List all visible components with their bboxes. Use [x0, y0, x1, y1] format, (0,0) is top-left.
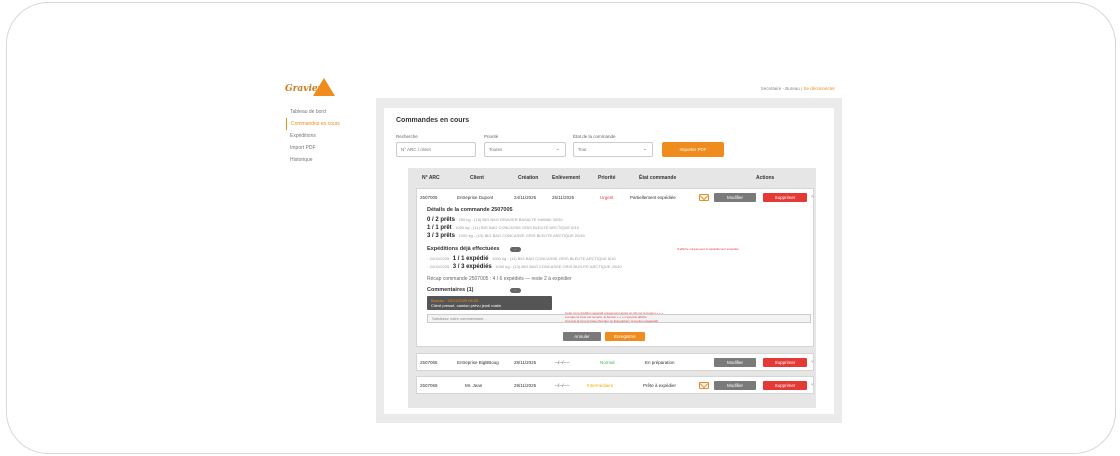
- import-pdf-button[interactable]: Importer PDF: [662, 142, 724, 157]
- status-text: Prête à expédier: [643, 383, 677, 388]
- col-header-actions: Actions: [756, 175, 775, 181]
- orders-card: Commandes en cours Recherche N° ARC / cl…: [384, 108, 834, 414]
- status-text: En préparation: [645, 360, 675, 365]
- shipment-count: 3 / 3 expédiés: [452, 264, 492, 270]
- shipment-date: · 24/11/2025 ·: [427, 256, 452, 261]
- shipment-line: · 24/11/2025 · 1 / 1 expédié · 1000 kg -…: [427, 256, 616, 262]
- sidebar: Tableau de bord Commandes en cours Expéd…: [286, 106, 366, 166]
- detail-line: 0 / 2 prêts · 250 kg - (16) BIG BAG GRAV…: [427, 217, 563, 223]
- sidebar-item-import[interactable]: Import PDF: [286, 142, 366, 154]
- delete-button[interactable]: Supprimer: [763, 358, 807, 367]
- header-user-info: Secrétaire - Bureau | Se déconnecter: [761, 86, 835, 91]
- comments-title: Commentaires (1): [427, 287, 474, 293]
- sidebar-item-orders[interactable]: Commandes en cours: [286, 118, 366, 130]
- cancel-button[interactable]: Annuler: [563, 332, 601, 341]
- shipments-note: S'affiche uniquement si partiellement ex…: [677, 247, 739, 251]
- add-comment-chip[interactable]: −: [510, 288, 521, 293]
- client-name: Entreprise Dupont: [457, 195, 494, 200]
- shipment-text: · 1000 kg - (11) BIG BAG CONCASSE GRIS B…: [489, 256, 616, 261]
- pickup-date: 25/11/2025: [552, 195, 575, 200]
- table-row: 2507065 Entreprise BigBBoug 28/11/2025 -…: [416, 353, 814, 371]
- toggle-shipments-chip[interactable]: −: [510, 247, 521, 252]
- status-label: État de la commande: [573, 134, 616, 139]
- expand-icon[interactable]: ˅: [811, 359, 814, 364]
- chevron-down-icon: ⌄: [642, 146, 647, 152]
- comment-text: Client pressé, camion prévu jeudi matin: [431, 303, 502, 308]
- logo-triangle-icon: [313, 78, 335, 96]
- comment-bubble: Bureau · 24/11/2025 08:32 Client pressé,…: [427, 296, 552, 310]
- save-comment-button[interactable]: Enregistrer: [605, 332, 645, 341]
- logout-link[interactable]: Se déconnecter: [803, 86, 835, 91]
- col-header-pickup: Enlèvement: [552, 175, 581, 181]
- col-header-client: Client: [470, 175, 484, 181]
- mail-icon[interactable]: [699, 382, 709, 389]
- client-name: Mr. Jean: [465, 383, 483, 388]
- detail-text: · 250 kg - (16) BIG BAG GRAVIER BASALTE …: [456, 217, 563, 222]
- col-header-created: Création: [518, 175, 539, 181]
- shipment-date: · 24/11/2025 ·: [427, 264, 452, 269]
- shipment-line: · 24/11/2025 · 3 / 3 expédiés · 1000 kg …: [427, 264, 622, 270]
- shipments-title: Expéditions déjà effectuées: [427, 246, 500, 252]
- table-row: 2507005 Entreprise Dupont 24/11/2025 25/…: [416, 188, 814, 347]
- user-role: Secrétaire - Bureau: [760, 86, 800, 91]
- expand-icon[interactable]: ˅: [811, 382, 814, 387]
- detail-count: 0 / 2 prêts: [427, 217, 456, 223]
- arc-number: 2507065: [420, 360, 438, 365]
- details-title: Détails de la commande 2507005: [427, 207, 513, 213]
- comment-note: Cette zone d'édition apparaît uniquement…: [565, 311, 663, 323]
- search-input[interactable]: N° ARC / client: [396, 142, 476, 157]
- table-row: 2507069 Mr. Jean 29/11/2025 --/--/---- I…: [416, 376, 814, 394]
- priority-badge: Intermédiaire: [587, 383, 614, 388]
- shipment-count: 1 / 1 expédié: [452, 256, 489, 262]
- search-label: Recherche: [396, 134, 418, 139]
- modify-button[interactable]: Modifier: [714, 358, 756, 367]
- detail-text: · 1000 kg - (13) BIG BAG CONCASSE GRIS B…: [456, 233, 585, 238]
- created-date: 28/11/2025: [514, 360, 537, 365]
- sidebar-item-dashboard[interactable]: Tableau de bord: [286, 106, 366, 118]
- sidebar-item-shipments[interactable]: Expéditions: [286, 130, 366, 142]
- mail-icon[interactable]: [699, 194, 709, 201]
- shipment-text: · 1000 kg - (13) BIG BAG CONCASSE GRIS B…: [492, 264, 622, 269]
- main-content: Commandes en cours Recherche N° ARC / cl…: [376, 98, 842, 423]
- pickup-date: --/--/----: [555, 360, 570, 365]
- detail-line: 1 / 1 prêt · 1000 kg - (11) BIG BAG CONC…: [427, 225, 579, 231]
- order-recap: Récap commande 2507005 : 4 / 6 expédiés …: [427, 276, 572, 282]
- created-date: 24/11/2025: [514, 195, 537, 200]
- sidebar-item-history[interactable]: Historique: [286, 154, 366, 166]
- collapse-icon[interactable]: ˄: [811, 194, 814, 199]
- priority-select[interactable]: Toutes ⌄: [484, 142, 566, 157]
- detail-line: 3 / 3 prêts · 1000 kg - (13) BIG BAG CON…: [427, 233, 585, 239]
- priority-value: Toutes: [489, 147, 503, 152]
- delete-button[interactable]: Supprimer: [763, 381, 807, 390]
- modify-button[interactable]: Modifier: [714, 193, 756, 202]
- detail-count: 1 / 1 prêt: [427, 225, 452, 231]
- pickup-date: --/--/----: [555, 383, 570, 388]
- chevron-down-icon: ⌄: [555, 146, 560, 152]
- page-title: Commandes en cours: [396, 117, 470, 124]
- detail-count: 3 / 3 prêts: [427, 233, 456, 239]
- detail-text: · 1000 kg - (11) BIG BAG CONCASSE GRIS B…: [452, 225, 579, 230]
- status-value: Tout: [578, 147, 587, 152]
- created-date: 29/11/2025: [514, 383, 537, 388]
- modify-button[interactable]: Modifier: [714, 381, 756, 390]
- priority-badge: Urgent: [600, 195, 614, 200]
- status-text: Partiellement expédiée: [630, 195, 676, 200]
- priority-label: Priorité: [484, 134, 499, 139]
- orders-table: N° ARC Client Création Enlèvement Priori…: [408, 168, 816, 408]
- brand-logo[interactable]: Gravier: [285, 78, 341, 100]
- col-header-arc: N° ARC: [422, 175, 440, 181]
- arc-number: 2507005: [420, 195, 438, 200]
- client-name: Entreprise BigBBoug: [457, 360, 499, 365]
- comment-note-line: Une fois la zone fermée (Annuler ou Enre…: [565, 319, 659, 323]
- col-header-status: État commande: [639, 175, 677, 181]
- status-select[interactable]: Tout ⌄: [573, 142, 653, 157]
- priority-badge: Normal: [600, 360, 615, 365]
- delete-button[interactable]: Supprimer: [763, 193, 807, 202]
- col-header-priority: Priorité: [598, 175, 616, 181]
- arc-number: 2507069: [420, 383, 438, 388]
